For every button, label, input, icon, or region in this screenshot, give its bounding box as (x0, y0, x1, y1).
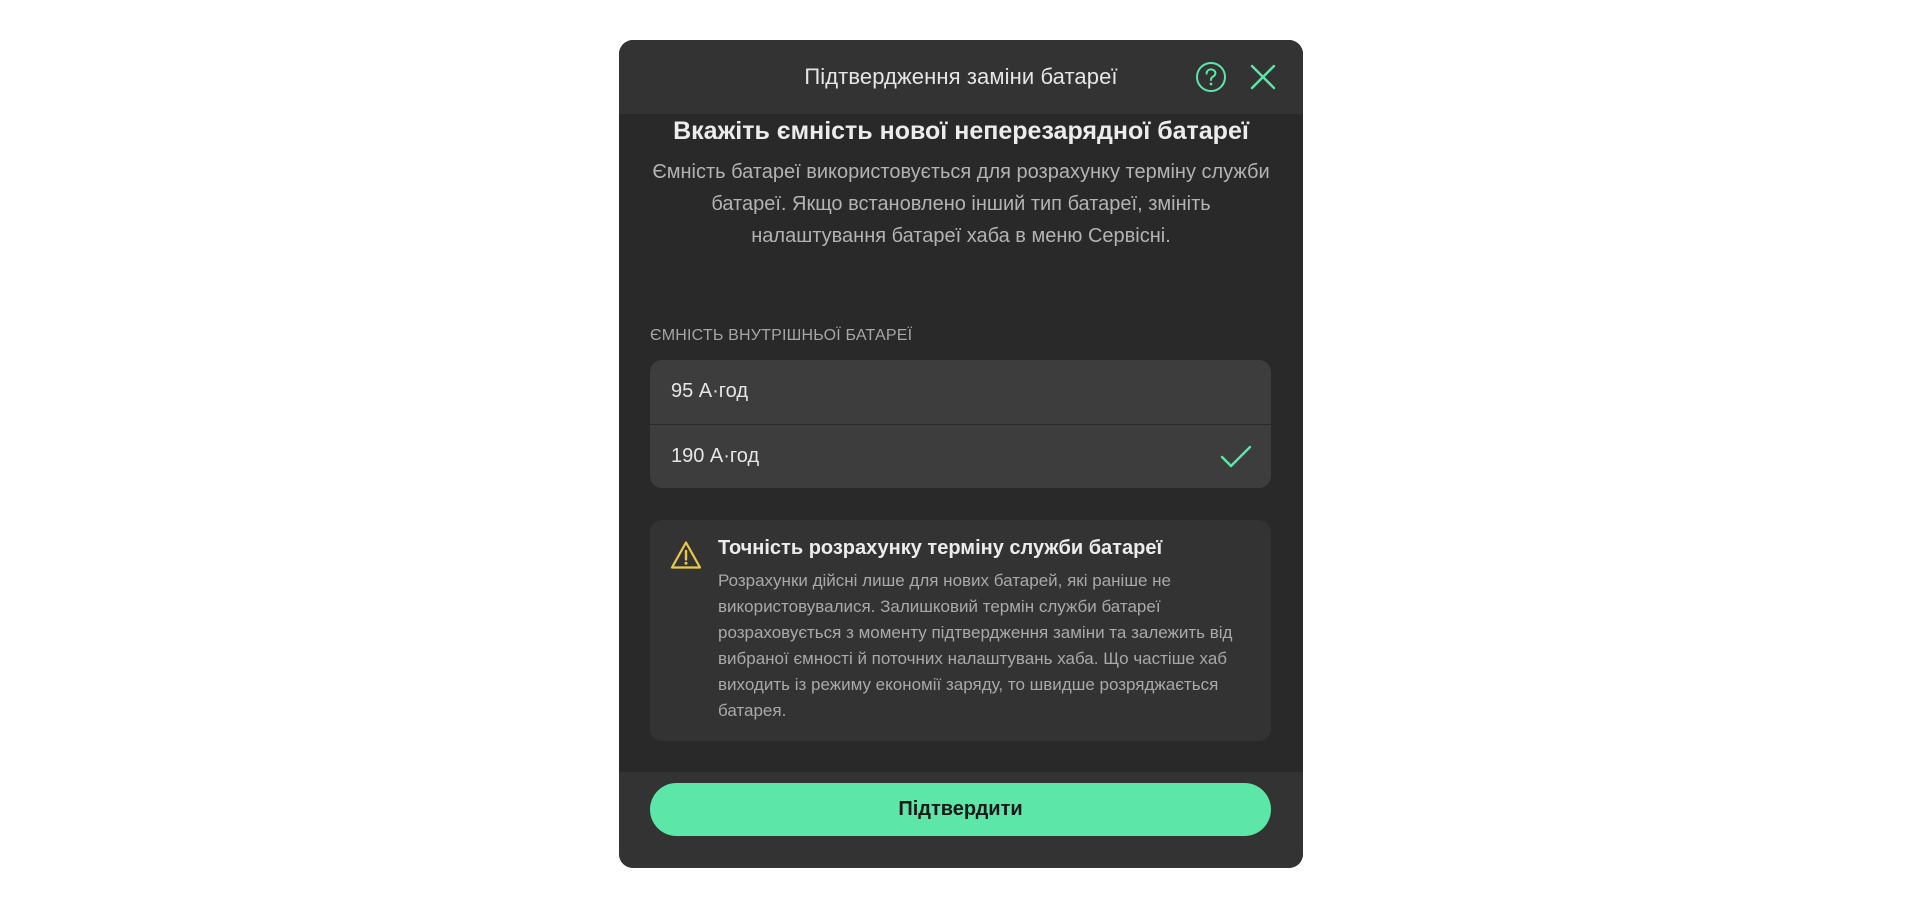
help-circle-icon[interactable] (1195, 61, 1227, 93)
close-icon[interactable] (1249, 63, 1277, 91)
warning-triangle-icon (670, 540, 702, 570)
warning-title: Точність розрахунку терміну служби батар… (718, 537, 1163, 559)
dialog-header: Підтвердження заміни батареї (619, 40, 1303, 114)
capacity-option-label: 95 А·год (671, 380, 749, 402)
dialog-footer: Підтвердити (619, 772, 1303, 868)
warning-box: Точність розрахунку терміну служби батар… (650, 520, 1271, 741)
checkmark-icon (1220, 444, 1252, 470)
confirm-button[interactable]: Підтвердити (650, 783, 1271, 836)
capacity-option-190[interactable]: 190 А·год (650, 424, 1271, 488)
dialog-title: Підтвердження заміни батареї (804, 64, 1118, 89)
warning-text: Розрахунки дійсні лише для нових батарей… (718, 571, 1233, 720)
main-heading: Вкажіть ємність нової неперезарядної бат… (673, 117, 1249, 145)
capacity-options-list: 95 А·год 190 А·год (650, 360, 1271, 488)
battery-replacement-dialog: Підтвердження заміни батареї Вкажіть ємн… (619, 40, 1303, 868)
capacity-option-label: 190 А·год (671, 445, 760, 467)
capacity-section-label: ЄМНІСТЬ ВНУТРІШНЬОЇ БАТАРЕЇ (650, 327, 913, 344)
capacity-option-95[interactable]: 95 А·год (650, 360, 1271, 424)
description-text: Ємність батареї використовується для роз… (652, 161, 1270, 247)
